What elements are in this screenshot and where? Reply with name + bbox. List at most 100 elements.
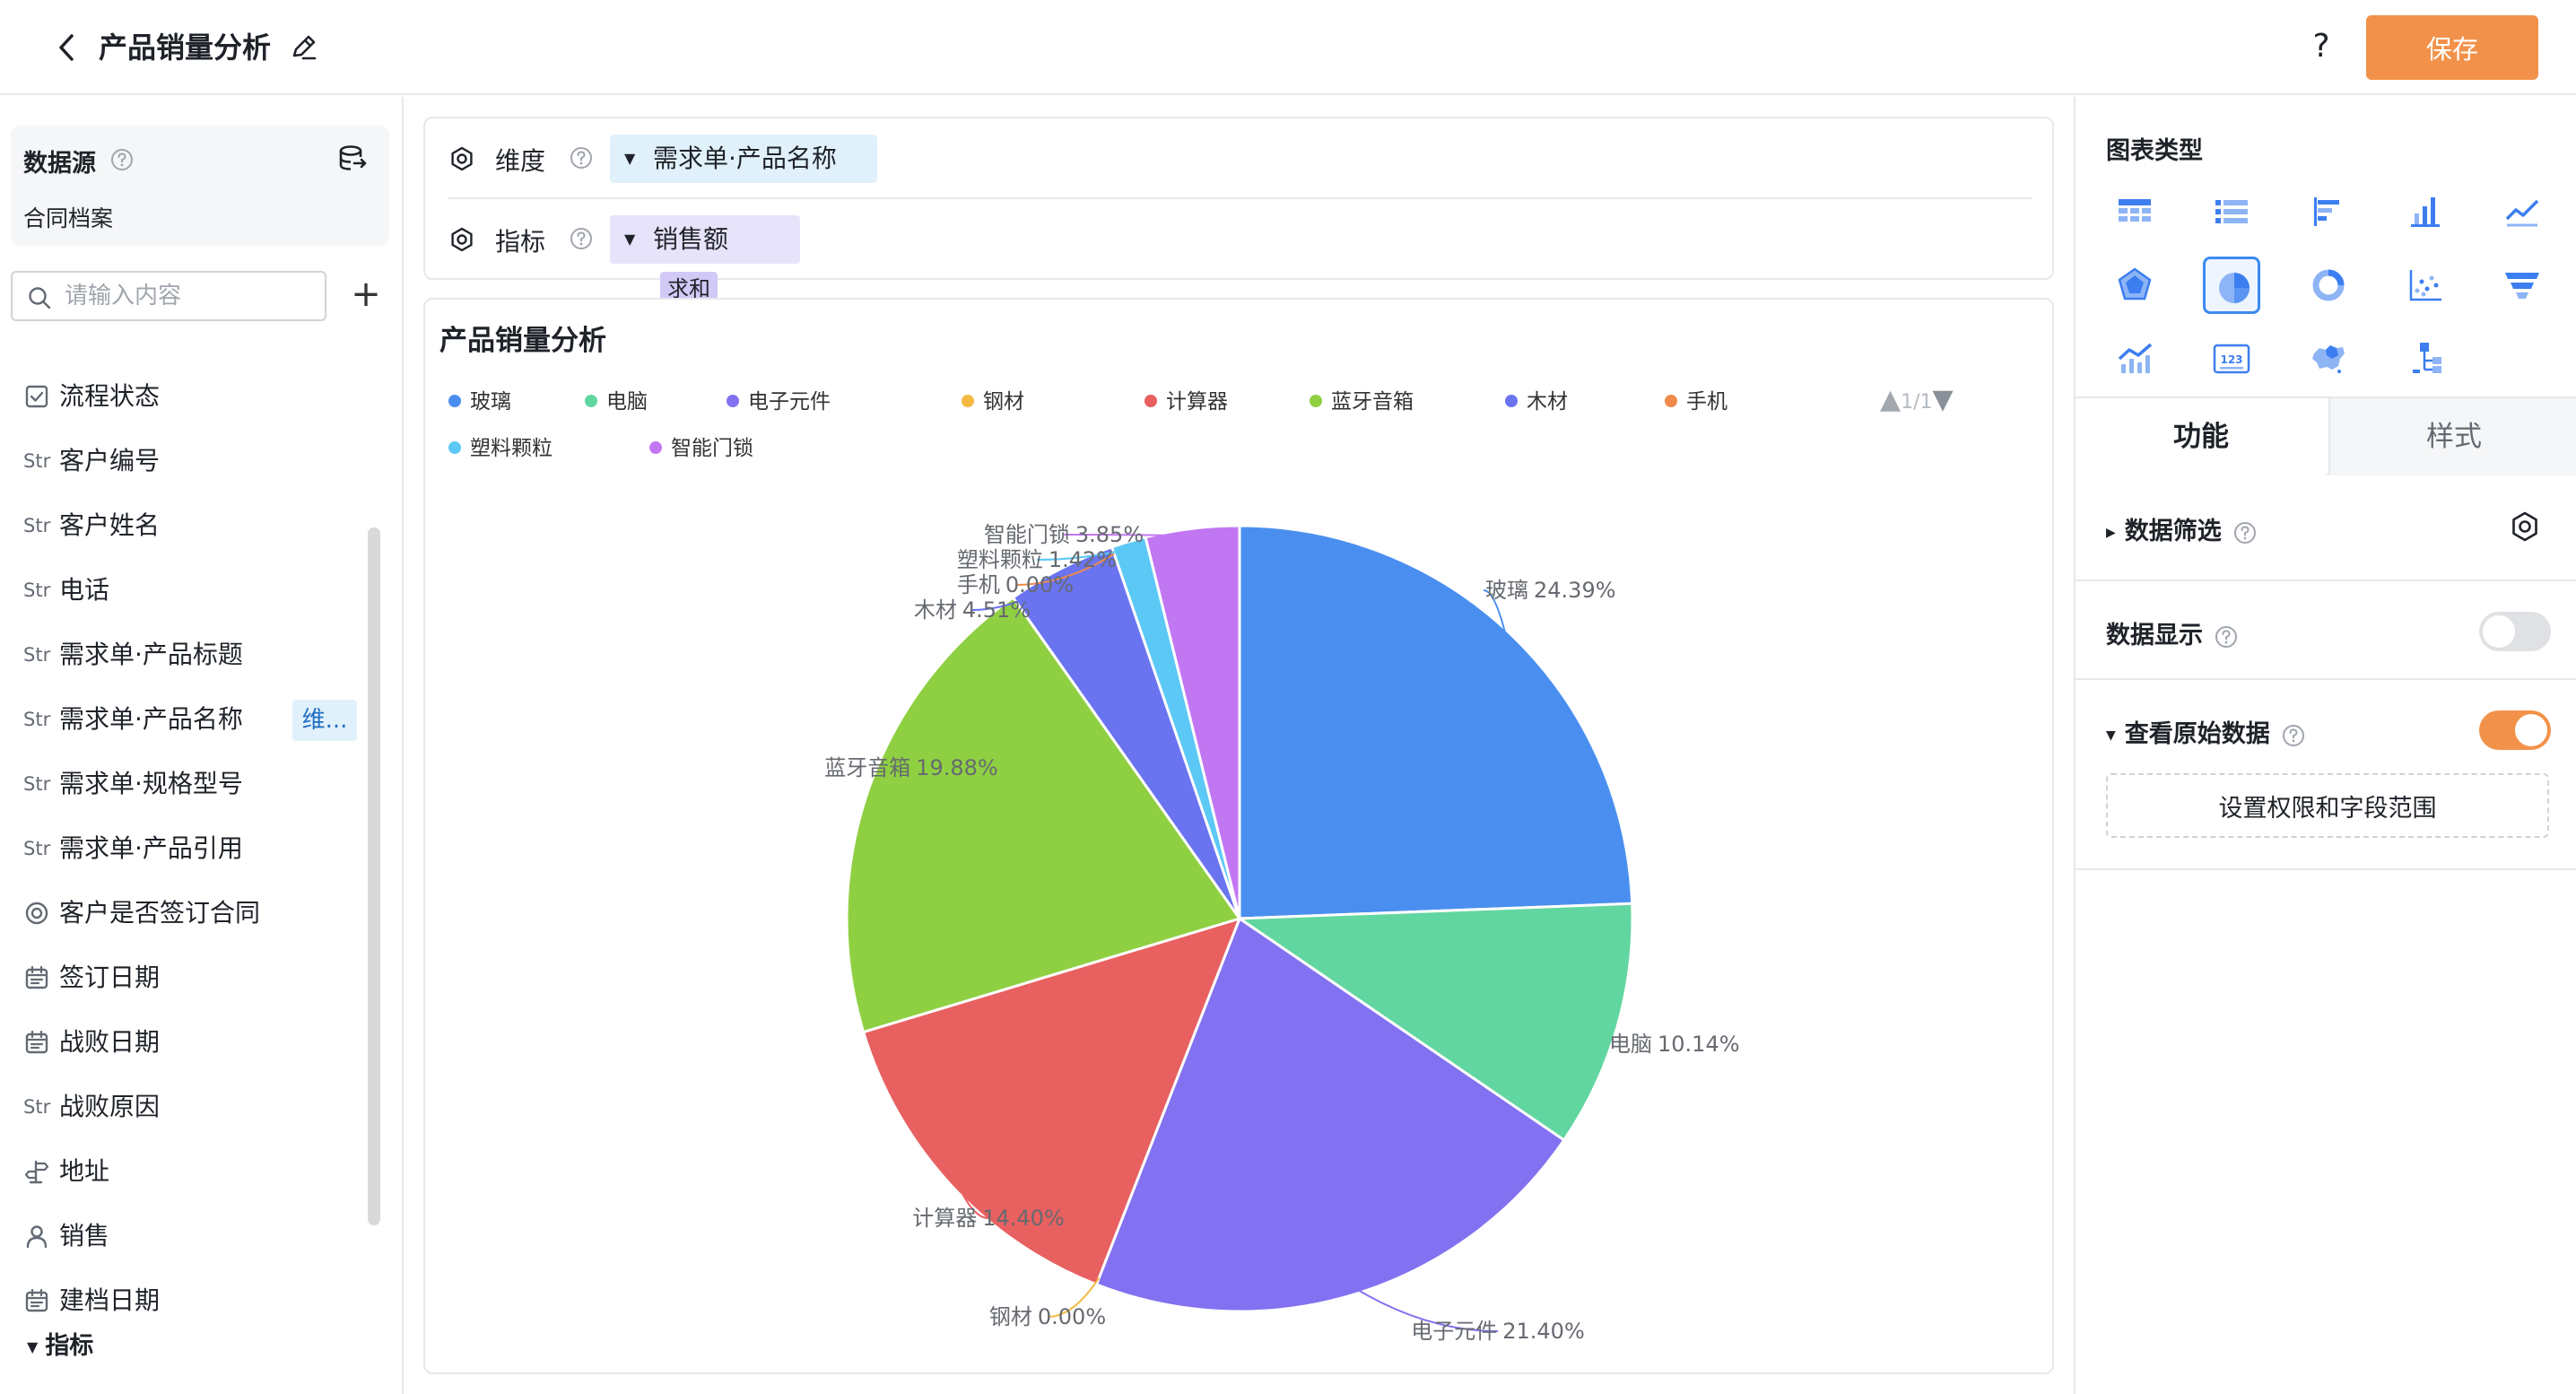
field-item[interactable]: Str 客户姓名 <box>0 493 377 558</box>
measure-chip[interactable]: ▼ 销售额求和 <box>610 215 800 306</box>
chart-type-line[interactable] <box>2493 183 2551 240</box>
data-filter-label: 数据筛选 <box>2124 518 2222 545</box>
slice-label-name: 电脑 <box>1609 1032 1652 1057</box>
slice-label-value: 14.40% <box>982 1206 1065 1231</box>
date-type-icon <box>23 963 54 992</box>
svg-text:123: 123 <box>2220 353 2242 366</box>
chart-type-horizontal-bar[interactable] <box>2300 183 2357 240</box>
chart-type-tree[interactable] <box>2397 330 2454 388</box>
toggle-knob <box>2483 615 2515 648</box>
datasource-card: 数据源 合同档案 <box>11 126 389 246</box>
slice-label-name: 计算器 <box>912 1206 977 1231</box>
metrics-section-label: 指标 <box>45 1332 94 1360</box>
string-type-icon: Str <box>23 773 51 795</box>
field-label: 需求单·产品名称 <box>59 704 243 734</box>
data-display-toggle[interactable] <box>2479 612 2551 651</box>
field-item[interactable]: 流程状态 <box>0 364 377 429</box>
field-label: 签订日期 <box>59 963 161 992</box>
dimension-chip[interactable]: ▼ 需求单·产品名称 <box>610 135 877 183</box>
slice-data-label: 塑料颗粒 1.42% <box>957 547 1117 572</box>
line-chart-icon <box>2505 199 2539 227</box>
chart-type-funnel[interactable] <box>2493 257 2551 314</box>
string-type-icon: Str <box>23 450 51 472</box>
dimension-icon <box>451 146 473 171</box>
help-circle-icon[interactable] <box>2232 520 2258 545</box>
chart-type-combo[interactable] <box>2106 330 2163 388</box>
permission-range-button[interactable]: 设置权限和字段范围 <box>2106 773 2549 838</box>
page-title: 产品销量分析 <box>99 30 272 65</box>
field-list-scrollbar[interactable] <box>368 527 380 1225</box>
combo-chart-icon <box>2118 343 2153 373</box>
caret-down-icon: ▼ <box>2106 727 2116 743</box>
help-circle-icon[interactable] <box>2214 624 2239 649</box>
chart-type-donut[interactable] <box>2300 257 2357 314</box>
metrics-section-header[interactable]: ▼ 指标 <box>27 1326 93 1361</box>
edit-title-icon[interactable] <box>287 30 321 65</box>
back-icon[interactable] <box>47 27 88 68</box>
measure-icon <box>451 227 473 252</box>
string-type-icon: Str <box>23 515 51 536</box>
view-raw-data-toggle[interactable] <box>2479 710 2551 750</box>
field-used-tag[interactable]: 维... <box>292 700 357 741</box>
chart-type-kpi[interactable]: 123 <box>2203 330 2260 388</box>
chart-type-radar[interactable] <box>2106 257 2163 314</box>
slice-data-label: 玻璃 24.39% <box>1485 578 1616 603</box>
chart-type-table[interactable] <box>2106 183 2163 240</box>
help-circle-icon[interactable] <box>569 226 594 251</box>
date-type-icon <box>23 1028 54 1057</box>
slice-label-name: 电子元件 <box>1411 1319 1497 1344</box>
field-item[interactable]: Str 需求单·产品标题 <box>0 623 377 687</box>
field-label: 流程状态 <box>59 381 161 411</box>
field-item[interactable]: 客户是否签订合同 <box>0 881 377 945</box>
chart-type-vertical-bar[interactable] <box>2397 183 2454 240</box>
field-item[interactable]: Str 需求单·产品名称 维... <box>0 687 377 752</box>
chart-type-pie[interactable] <box>2203 257 2260 314</box>
field-item[interactable]: Str 客户编号 <box>0 429 377 493</box>
field-item[interactable]: Str 电话 <box>0 558 377 623</box>
save-button[interactable]: 保存 <box>2366 15 2538 80</box>
field-item[interactable]: 销售 <box>0 1204 377 1268</box>
chart-type-list[interactable] <box>2203 183 2260 240</box>
string-type-icon: Str <box>23 579 51 601</box>
settings-panel: 图表类型 123 功能 样式 ▶ 数据筛选 数据显示 ▼ 查看原始数据 设置权限… <box>2074 97 2576 1394</box>
slice-label-value: 3.85% <box>1075 522 1144 547</box>
tab-style[interactable]: 样式 <box>2328 398 2576 475</box>
help-circle-icon[interactable] <box>2281 723 2306 748</box>
string-type-icon: Str <box>23 838 51 859</box>
filter-settings-icon[interactable] <box>2508 510 2542 544</box>
field-item[interactable]: Str 战败原因 <box>0 1075 377 1139</box>
help-circle-icon[interactable] <box>569 145 594 170</box>
dimension-value: 需求单·产品名称 <box>653 144 837 173</box>
field-item[interactable]: Str 需求单·产品引用 <box>0 816 377 881</box>
field-item[interactable]: 建档日期 <box>0 1268 377 1333</box>
field-list: 流程状态 Str 客户编号 Str 客户姓名 Str 电话 Str 需求单·产品标题 Str 需求单… <box>0 364 377 1333</box>
database-switch-icon[interactable] <box>335 142 370 176</box>
field-item[interactable]: 战败日期 <box>0 1010 377 1075</box>
check-type-icon <box>23 382 54 411</box>
vertical-bar-chart-icon <box>2411 197 2440 227</box>
field-label: 电话 <box>59 575 110 605</box>
slice-label-value: 4.51% <box>962 597 1031 623</box>
chart-type-scatter[interactable] <box>2397 257 2454 314</box>
horizontal-bar-chart-icon <box>2314 197 2339 226</box>
add-field-button[interactable]: + <box>346 274 386 314</box>
search-input[interactable] <box>65 278 316 314</box>
data-display-row: 数据显示 <box>2076 581 2576 680</box>
help-button[interactable]: ? <box>2300 25 2343 68</box>
chart-config-bar: 维度 ▼ 需求单·产品名称 指标 ▼ 销售额求和 <box>423 117 2054 306</box>
field-item[interactable]: Str 需求单·规格型号 <box>0 752 377 816</box>
datasource-label: 数据源 <box>23 150 96 178</box>
help-circle-icon[interactable] <box>109 147 135 172</box>
string-type-icon: Str <box>23 709 51 730</box>
address-type-icon <box>23 1157 54 1186</box>
tab-function[interactable]: 功能 <box>2076 398 2327 475</box>
radio-type-icon <box>23 899 54 928</box>
field-item[interactable]: 签订日期 <box>0 945 377 1010</box>
view-raw-data-label: 查看原始数据 <box>2124 720 2270 748</box>
data-display-label: 数据显示 <box>2106 622 2203 649</box>
map-chart-icon <box>2312 345 2345 373</box>
field-item[interactable]: 地址 <box>0 1139 377 1204</box>
data-filter-row[interactable]: ▶ 数据筛选 <box>2076 475 2576 581</box>
chart-type-map[interactable] <box>2300 330 2357 388</box>
field-panel: 数据源 合同档案 + 流程状态 Str 客户编号 Str 客户姓名 Str 电话 Str 需求单… <box>0 97 404 1394</box>
